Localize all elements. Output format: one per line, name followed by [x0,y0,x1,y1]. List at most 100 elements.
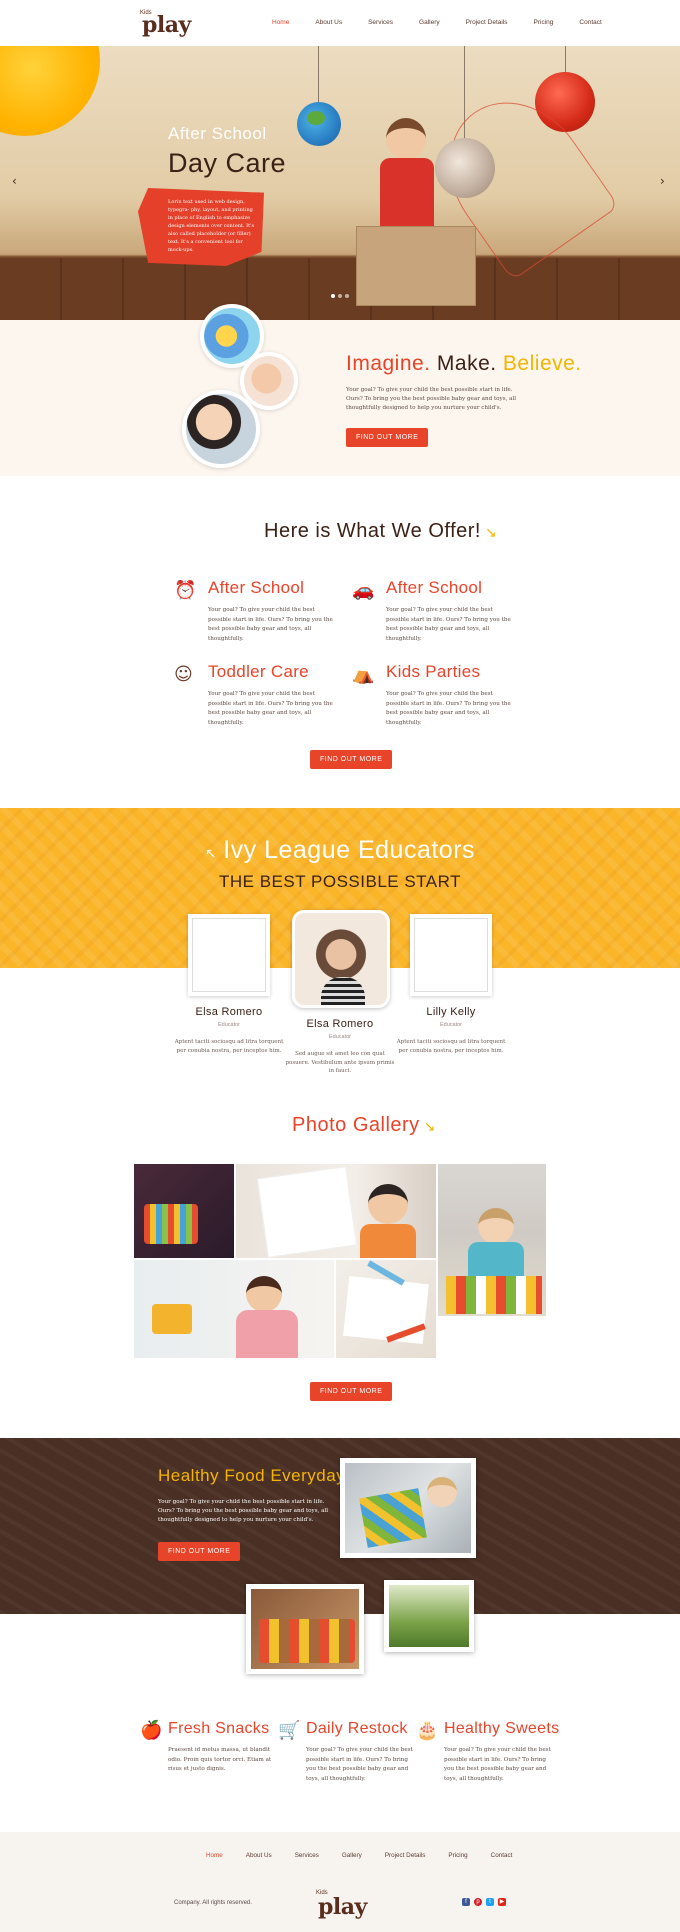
nav-contact[interactable]: Contact [579,19,601,26]
gallery-photo-book[interactable] [438,1164,546,1316]
educator-text: Sed augue sit amet leo con quat posuere.… [285,1051,395,1074]
believe-word: Believe. [502,352,582,375]
footer-nav-pricing[interactable]: Pricing [448,1852,467,1859]
nav-about-us[interactable]: About Us [315,19,342,26]
girl-photo-circle [182,390,260,468]
service-text: Your goal? To give your child the best p… [208,607,333,642]
service-text: Your goal? To give your child the best p… [386,607,511,642]
cardboard-box [356,226,476,306]
gallery-photo-markers[interactable] [336,1260,436,1358]
gallery-photo-drawing[interactable] [236,1164,436,1258]
social-links: f p t ▶ [462,1898,506,1906]
nav-pricing[interactable]: Pricing [534,19,554,26]
footer-nav-gallery[interactable]: Gallery [342,1852,362,1859]
nav-services[interactable]: Services [368,19,393,26]
child-face [246,1276,282,1312]
service-text: Your goal? To give your child the best p… [208,691,333,726]
play-mat [359,1488,427,1548]
pinterest-icon[interactable]: p [474,1898,482,1906]
educator-name: Elsa Romero [306,1018,374,1030]
broken-image-icon [414,918,488,992]
child-body [360,1224,416,1258]
forest-photo [384,1580,474,1652]
kids-playing-photo [340,1458,476,1558]
footer-nav-project-details[interactable]: Project Details [385,1852,426,1859]
food-title: Daily Restock [306,1720,408,1737]
food-title: Fresh Snacks [168,1720,270,1737]
food-text: Praesent id metus massa, ut blandit odio… [168,1747,272,1772]
educator-photo-frame [188,914,270,996]
hero-title-line1: After School [168,124,267,143]
cake-icon: 🎂 [416,1720,439,1741]
nav-gallery[interactable]: Gallery [419,19,440,26]
footer-nav-home[interactable]: Home [206,1852,223,1859]
globe-ornament [297,102,341,146]
child-face [427,1477,457,1507]
healthy-food-title: Healthy Food Everyday [158,1466,346,1485]
chevron-left-icon[interactable]: ‹ [12,174,17,188]
offer-title-text: Here is What We Offer! [264,520,481,542]
imagine-title: Imagine. Make. Believe. [346,352,582,376]
hero-text: Lorin text used in web design, typegra- … [168,199,255,253]
gallery-photo-crayons[interactable] [134,1164,234,1258]
moon-ornament [435,138,495,198]
picture-book [446,1276,542,1314]
broken-image-icon [192,918,266,992]
drawing-paper [256,1166,358,1258]
gallery-find-out-more-button[interactable]: find out more [310,1382,393,1401]
educator-role: Educator [328,1034,351,1040]
alarm-clock-icon: ⏰ [174,580,197,601]
food-text: Your goal? To give your child the best p… [444,1747,551,1782]
curly-arrow-icon: ↘ [485,524,498,540]
child-body [236,1310,298,1358]
offer-find-out-more-button[interactable]: find out more [310,750,393,769]
nav-project-details[interactable]: Project Details [466,19,508,26]
educator-role: Educator [217,1022,240,1028]
site-header: Kids play Home About Us Services Gallery… [0,0,680,46]
slider-dot[interactable] [345,294,349,298]
hanging-string [565,46,566,74]
educator-text: Aptent taciti sociosqu ad litra torquent… [174,1039,284,1054]
educator-name: Lilly Kelly [426,1006,476,1018]
curly-arrow-icon: ↖ [204,845,218,861]
crayons-shape [144,1204,198,1244]
imagine-word: Imagine. [346,352,431,375]
smiley-icon: ☺ [174,664,193,685]
healthy-find-out-more-button[interactable]: find out more [158,1542,241,1561]
hero-title-line2: Day Care [168,148,287,178]
footer-nav-contact[interactable]: Contact [491,1852,513,1859]
hanging-string [318,46,319,104]
footer-nav-services[interactable]: Services [295,1852,319,1859]
paint-cup [152,1304,192,1334]
chevron-right-icon[interactable]: › [660,174,665,188]
food-tray-photo [246,1584,364,1674]
toy-car-icon: 🚗 [352,580,375,601]
imagine-section [0,320,680,476]
main-nav: Home About Us Services Gallery Project D… [272,19,628,26]
cart-icon: 🛒 [278,1720,301,1741]
youtube-icon[interactable]: ▶ [498,1898,506,1906]
facebook-icon[interactable]: f [462,1898,470,1906]
child-pilot-image [380,118,434,228]
food-title: Healthy Sweets [444,1720,560,1737]
slider-dot[interactable] [331,294,335,298]
make-word: Make. [436,352,497,375]
copyright-text: Company. All rights reserved. [174,1900,252,1906]
gallery-photo-painting[interactable] [134,1260,334,1358]
sun-illustration [0,46,100,136]
educators-title-text: Ivy League Educators [223,836,476,864]
drawing-paper [343,1275,429,1345]
educator-text: Aptent taciti sociosqu ad litra torquent… [396,1039,506,1054]
footer-nav-about-us[interactable]: About Us [246,1852,272,1859]
slider-dot[interactable] [338,294,342,298]
child-face [368,1184,408,1224]
child-face [478,1208,514,1244]
footer-nav: Home About Us Services Gallery Project D… [206,1852,535,1859]
imagine-find-out-more-button[interactable]: find out more [346,428,429,447]
logo-main-text: play [142,12,191,38]
nav-home[interactable]: Home [272,19,289,26]
educators-title: ↖ Ivy League Educators [0,836,680,865]
twitter-icon[interactable]: t [486,1898,494,1906]
educator-name: Elsa Romero [195,1006,263,1018]
service-title: After School [386,578,483,597]
